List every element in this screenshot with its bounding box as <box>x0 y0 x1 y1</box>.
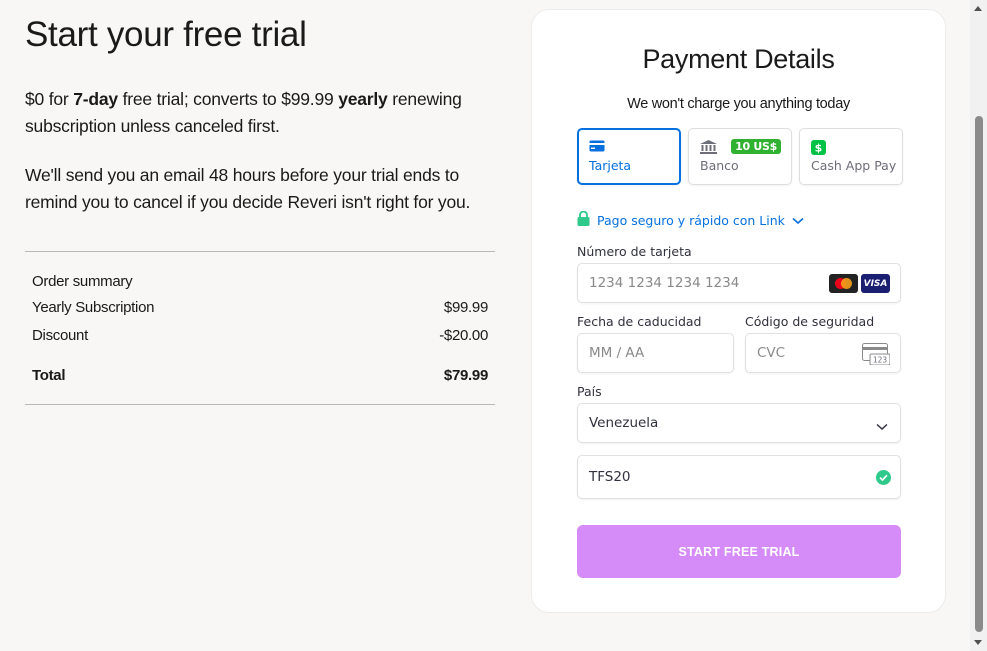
summary-row-discount: Discount -$20.00 <box>32 321 488 349</box>
bank-icon <box>700 140 717 157</box>
summary-row-total: Total $79.99 <box>32 361 488 389</box>
promo-code-value: TFS20 <box>589 469 631 485</box>
payment-card: Payment Details We won't charge you anyt… <box>531 9 946 613</box>
tab-label: Banco <box>700 158 739 173</box>
card-number-label: Número de tarjeta <box>577 244 692 259</box>
scroll-up-icon[interactable] <box>974 6 982 11</box>
summary-row-value: -$20.00 <box>439 326 488 344</box>
tab-label: Tarjeta <box>589 158 632 173</box>
cvc-label: Código de seguridad <box>745 314 875 329</box>
payment-title: Payment Details <box>642 44 835 74</box>
payment-method-tabs: Tarjeta 10 US$ Banco $ Cash App Pay <box>577 128 903 185</box>
page-scrollbar[interactable] <box>970 0 987 651</box>
tab-label: Cash App Pay <box>811 158 897 173</box>
trial-info: Start your free trial $0 for 7-day free … <box>25 14 495 405</box>
summary-row-subscription: Yearly Subscription $99.99 <box>32 293 488 321</box>
cvc-placeholder: CVC <box>757 345 786 361</box>
summary-row-value: $99.99 <box>443 298 488 316</box>
card-number-placeholder: 1234 1234 1234 1234 <box>589 275 740 291</box>
summary-row-label: Yearly Subscription <box>32 298 155 316</box>
card-number-input[interactable]: 1234 1234 1234 1234 VISA <box>577 263 901 303</box>
trial-terms: $0 for 7-day free trial; converts to $99… <box>25 89 462 136</box>
total-value: $79.99 <box>443 366 488 384</box>
cvc-card-icon: 123 <box>862 343 891 369</box>
chevron-down-icon <box>792 213 804 228</box>
bank-bonus-badge: 10 US$ <box>731 139 781 154</box>
payment-subtitle: We won't charge you anything today <box>627 96 850 112</box>
card-icon <box>589 140 605 155</box>
country-select[interactable]: Venezuela <box>577 403 901 443</box>
svg-text:$: $ <box>815 142 823 155</box>
expiry-placeholder: MM / AA <box>589 345 645 361</box>
start-free-trial-button[interactable]: START FREE TRIAL <box>577 525 901 578</box>
summary-row-label: Discount <box>32 326 88 344</box>
tab-cash-app-pay[interactable]: $ Cash App Pay <box>799 128 903 185</box>
chevron-down-icon <box>876 419 888 435</box>
promo-code-input[interactable]: TFS20 <box>577 455 901 499</box>
country-value: Venezuela <box>589 415 659 431</box>
scrollbar-thumb[interactable] <box>975 116 983 632</box>
visa-icon: VISA <box>861 274 890 293</box>
reminder-notice: We'll send you an email 48 hours before … <box>25 165 471 212</box>
cvc-icon-text: 123 <box>873 356 888 365</box>
link-secure-pay[interactable]: Pago seguro y rápido con Link <box>577 210 804 229</box>
lock-icon <box>577 210 590 229</box>
page-title: Start your free trial <box>25 15 307 54</box>
total-label: Total <box>32 366 66 384</box>
tab-tarjeta[interactable]: Tarjeta <box>577 128 681 185</box>
expiry-label: Fecha de caducidad <box>577 314 702 329</box>
cash-app-icon: $ <box>811 140 826 158</box>
scroll-down-icon[interactable] <box>974 640 982 645</box>
country-label: País <box>577 384 602 399</box>
card-brands: VISA <box>829 274 890 293</box>
order-summary-heading: Order summary <box>32 272 133 290</box>
link-text: Pago seguro y rápido con Link <box>597 212 785 228</box>
order-summary: Order summary Yearly Subscription $99.99… <box>25 251 495 405</box>
expiry-input[interactable]: MM / AA <box>577 333 734 373</box>
cvc-input[interactable]: CVC 123 <box>745 333 901 373</box>
tab-banco[interactable]: 10 US$ Banco <box>688 128 792 185</box>
check-circle-icon <box>876 470 891 489</box>
mastercard-icon <box>829 274 858 293</box>
